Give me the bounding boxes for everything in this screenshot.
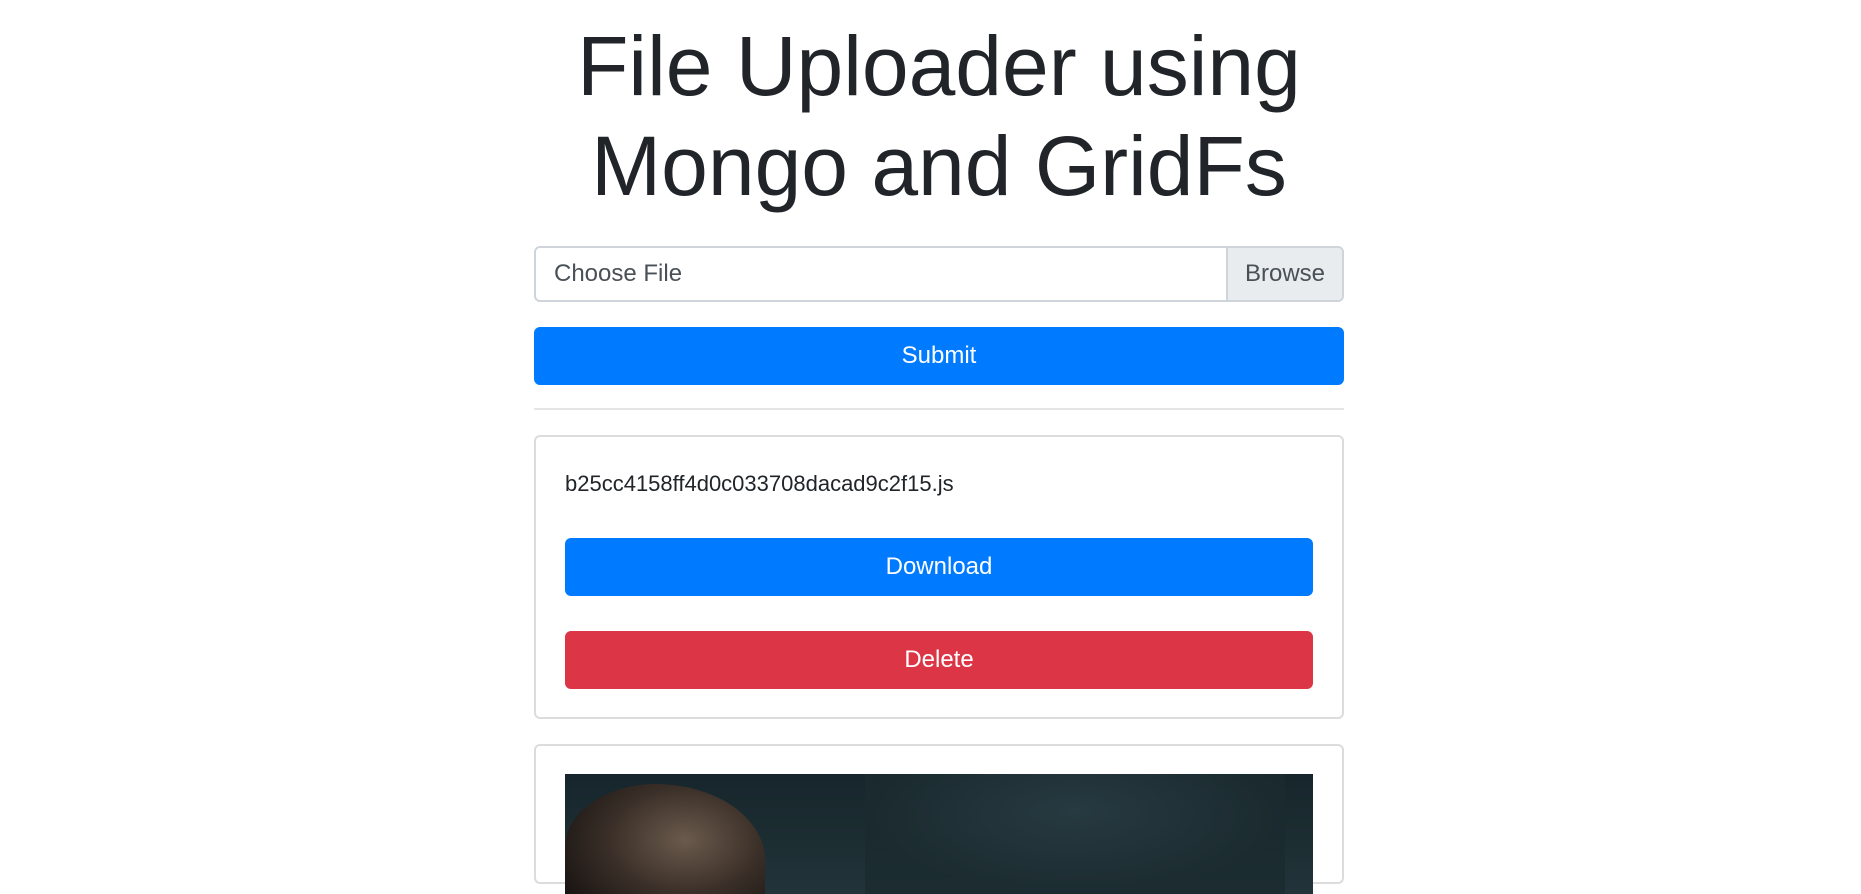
page-title-line-1: File Uploader using	[577, 19, 1301, 113]
file-input[interactable]: Choose File Browse	[534, 246, 1344, 302]
divider	[534, 408, 1344, 410]
image-subject-hair	[565, 784, 765, 894]
image-background	[865, 774, 1285, 894]
image-card	[534, 744, 1344, 894]
file-card: b25cc4158ff4d0c033708dacad9c2f15.js Down…	[534, 435, 1344, 719]
file-input-label[interactable]: Choose File	[536, 248, 1226, 300]
delete-button[interactable]: Delete	[565, 631, 1313, 689]
page-title: File Uploader using Mongo and GridFs	[534, 0, 1344, 216]
file-name: b25cc4158ff4d0c033708dacad9c2f15.js	[565, 471, 954, 496]
browse-button[interactable]: Browse	[1226, 248, 1342, 300]
main-container: File Uploader using Mongo and GridFs Cho…	[534, 0, 1344, 894]
submit-button[interactable]: Submit	[534, 327, 1344, 385]
download-button[interactable]: Download	[565, 538, 1313, 596]
image-preview	[565, 774, 1313, 894]
page-title-line-2: Mongo and GridFs	[591, 119, 1287, 213]
